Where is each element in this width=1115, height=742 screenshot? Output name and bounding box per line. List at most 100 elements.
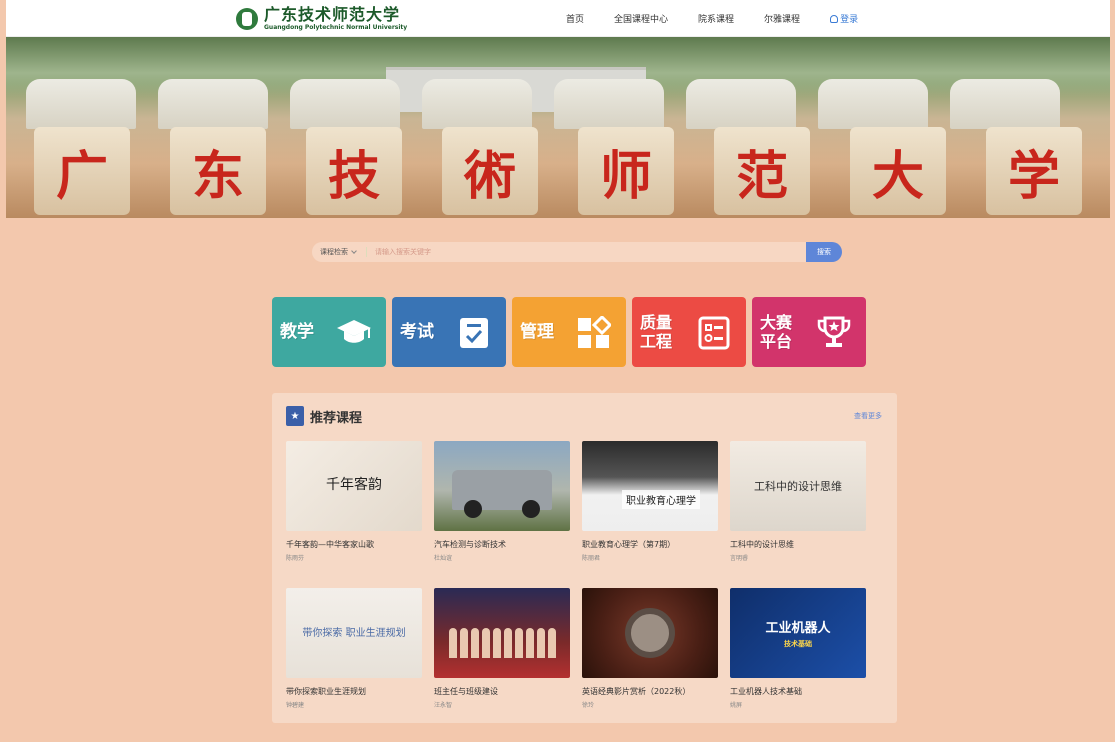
stone-back [158,79,268,129]
tile-contest-platform[interactable]: 大赛 平台 [752,297,866,367]
course-teacher: 徐玲 [582,702,595,709]
graduation-cap-icon [336,315,372,351]
banner-character: 学 [986,127,1082,215]
course-teacher: 陈丽君 [582,555,601,562]
banner-name-stones: 广 东 技 術 师 范 大 学 [34,127,1110,217]
grid-manage-icon [576,315,612,351]
course-card[interactable]: 班主任与班级建设 汪永智 [434,588,570,709]
thumbnail-title: 工业机器人 [765,621,831,636]
course-thumbnail[interactable]: 职业教育心理学 [582,441,718,531]
thumbnail-subtitle: 技术基础 [783,640,812,648]
nav-department-courses[interactable]: 院系课程 [698,12,734,25]
university-logo[interactable]: 广东技术师范大学 Guangdong Polytechnic Normal Un… [236,5,407,33]
see-more-link[interactable]: 查看更多 [854,411,882,421]
tile-quality-engineering[interactable]: 质量 工程 [632,297,746,367]
banner-character: 術 [442,127,538,215]
tile-label: 管理 [520,321,554,342]
panel-title-wrap: ★ 推荐课程 [286,406,362,426]
nav-home[interactable]: 首页 [566,12,584,25]
trophy-icon [816,315,852,351]
banner-character: 技 [306,127,402,215]
thumbnail-text: 工科中的设计思维 [754,480,842,493]
stone-back [422,79,532,129]
course-card[interactable]: 汽车检测与诊断技术 杜灿谊 [434,441,570,562]
course-card[interactable]: 职业教育心理学 职业教育心理学（第7期） 陈丽君 [582,441,718,562]
stone-back [26,79,136,129]
search-button[interactable]: 搜索 [806,242,842,262]
course-title[interactable]: 班主任与班级建设 [434,686,570,697]
tile-label: 质量 工程 [640,312,673,351]
course-thumbnail[interactable]: 工业机器人 技术基础 [730,588,866,678]
stone-back [686,79,796,129]
search-category-label: 课程检索 [320,248,348,256]
course-card[interactable]: 工科中的设计思维 工科中的设计思维 言明睿 [730,441,866,562]
platform-tiles: 教学 考试 管理 质量 工程 大赛 平台 [272,297,872,367]
tile-manage[interactable]: 管理 [512,297,626,367]
login-label: 登录 [840,15,859,25]
banner-character: 大 [850,127,946,215]
user-icon [830,14,839,23]
thumbnail-text: 千年客韵 [326,477,382,494]
chevron-down-icon [351,248,357,254]
course-thumbnail[interactable] [582,588,718,678]
course-thumbnail[interactable]: 工科中的设计思维 [730,441,866,531]
star-badge-icon: ★ [286,406,304,426]
panel-title: 推荐课程 [310,410,363,426]
tile-exam[interactable]: 考试 [392,297,506,367]
thumbnail-text: 工业机器人 技术基础 [765,617,830,649]
stone-back [818,79,928,129]
banner-character: 广 [34,127,130,215]
stone-back [554,79,664,129]
university-emblem-icon [236,8,258,30]
course-thumbnail[interactable] [434,441,570,531]
film-reel-icon [625,608,675,658]
course-teacher: 汪永智 [434,702,453,709]
course-teacher: 言明睿 [730,555,749,562]
course-title[interactable]: 工业机器人技术基础 [730,686,866,697]
thumbnail-text: 职业教育心理学 [622,490,700,509]
panel-header: ★ 推荐课程 查看更多 [286,405,882,427]
tile-label: 教学 [280,321,314,342]
tile-label: 考试 [400,321,434,342]
tile-label: 大赛 平台 [760,312,793,351]
campus-banner: 广 东 技 術 师 范 大 学 [6,37,1110,218]
search-category-select[interactable]: 课程检索 [320,247,357,257]
nav-national-course-center[interactable]: 全国课程中心 [614,12,668,25]
course-card[interactable]: 工业机器人 技术基础 工业机器人技术基础 姚屏 [730,588,866,709]
stone-back [950,79,1060,129]
course-title[interactable]: 英语经典影片赏析（2022秋） [582,686,718,697]
course-card[interactable]: 英语经典影片赏析（2022秋） 徐玲 [582,588,718,709]
banner-character: 师 [578,127,674,215]
course-title[interactable]: 带你探索职业生涯规划 [286,686,422,697]
logo-chinese-name: 广东技术师范大学 [264,5,401,24]
course-title[interactable]: 职业教育心理学（第7期） [582,539,718,550]
course-title[interactable]: 千年客韵—中华客家山歌 [286,539,422,550]
stone-back [290,79,400,129]
stage-crowd-illustration [448,628,556,658]
form-list-icon [696,315,732,351]
banner-stones-back [26,79,1110,129]
nav-erya-courses[interactable]: 尔雅课程 [764,12,800,25]
course-card[interactable]: 千年客韵 千年客韵—中华客家山歌 陈雨芬 [286,441,422,562]
course-teacher: 钟碧建 [286,702,305,709]
course-teacher: 陈雨芬 [286,555,305,562]
course-grid: 千年客韵 千年客韵—中华客家山歌 陈雨芬 汽车检测与诊断技术 杜灿谊 职业教育心… [286,441,882,709]
thumbnail-text: 带你探索 职业生涯规划 [302,627,406,639]
main-nav: 首页 全国课程中心 院系课程 尔雅课程 登录 [566,12,888,25]
course-teacher: 姚屏 [730,702,743,709]
course-thumbnail[interactable] [434,588,570,678]
course-thumbnail[interactable]: 带你探索 职业生涯规划 [286,588,422,678]
search-divider [366,247,367,257]
top-header: 广东技术师范大学 Guangdong Polytechnic Normal Un… [6,0,1110,37]
course-card[interactable]: 带你探索 职业生涯规划 带你探索职业生涯规划 钟碧建 [286,588,422,709]
checklist-icon [456,315,492,351]
course-title[interactable]: 汽车检测与诊断技术 [434,539,570,550]
tile-teaching[interactable]: 教学 [272,297,386,367]
recommended-courses-panel: ★ 推荐课程 查看更多 千年客韵 千年客韵—中华客家山歌 陈雨芬 汽车检测与诊断… [272,393,897,723]
login-link[interactable]: 登录 [830,12,858,25]
logo-text: 广东技术师范大学 Guangdong Polytechnic Normal Un… [264,7,407,31]
course-title[interactable]: 工科中的设计思维 [730,539,866,550]
course-thumbnail[interactable]: 千年客韵 [286,441,422,531]
course-search: 课程检索 搜索 [312,242,842,262]
search-input[interactable] [375,248,806,256]
